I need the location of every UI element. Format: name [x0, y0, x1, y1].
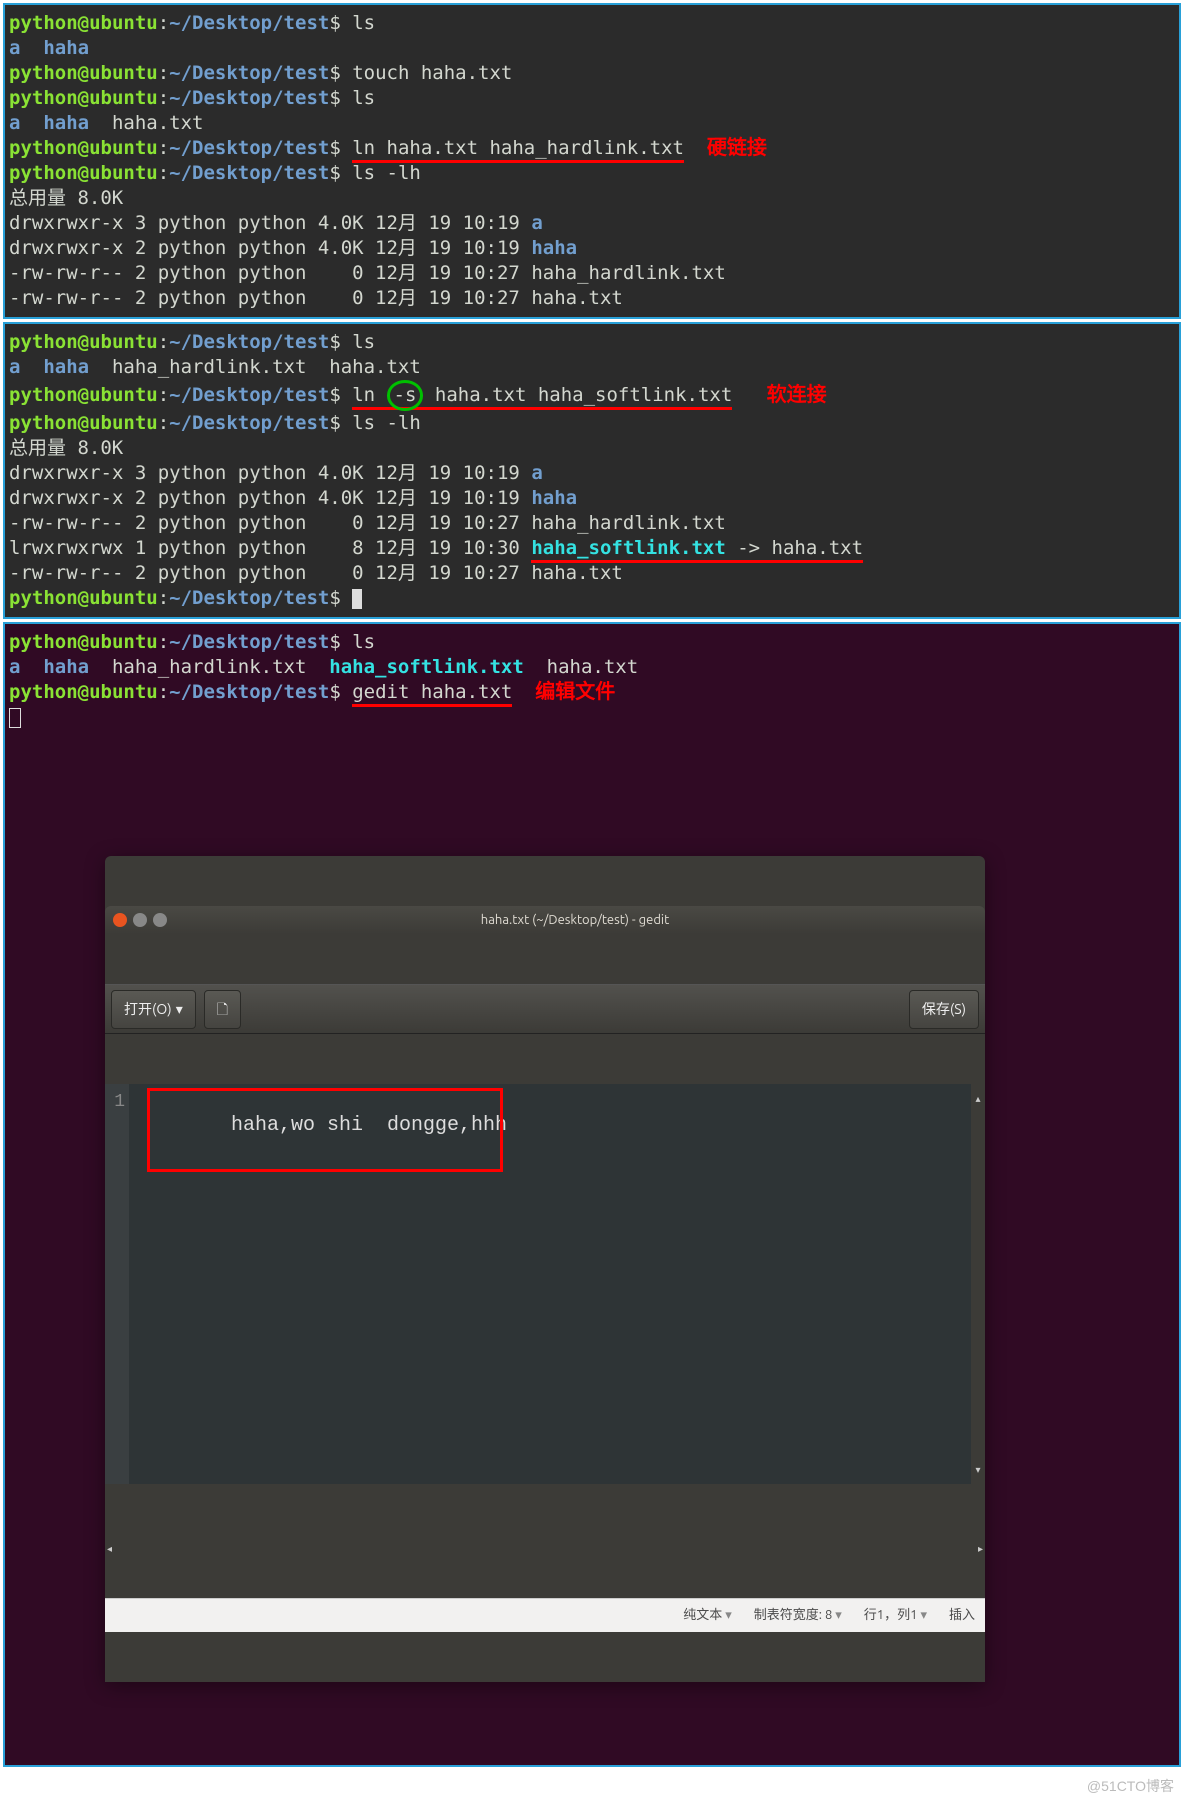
gedit-editor[interactable]: 1 haha,wo shi dongge,hhh ▴ ▾ [105, 1084, 985, 1484]
cmd-hardlink: ln haha.txt haha_hardlink.txt [352, 137, 684, 163]
annotation-softlink: 软连接 [767, 384, 827, 406]
status-insert-mode: 插入 [949, 1603, 975, 1628]
status-language[interactable]: 纯文本 [683, 1603, 732, 1628]
option-s-circle: -s [387, 380, 424, 411]
softlink-name: haha_softlink.txt [531, 537, 725, 563]
vertical-scrollbar[interactable]: ▴ ▾ [971, 1084, 985, 1484]
scroll-right-icon[interactable]: ▸ [978, 1534, 983, 1548]
gedit-window: haha.txt (~/Desktop/test) - gedit 打开(O)▾… [105, 856, 985, 1682]
scroll-down-icon[interactable]: ▾ [975, 1455, 980, 1484]
ls-output: a haha [9, 37, 89, 59]
scroll-up-icon[interactable]: ▴ [975, 1084, 980, 1113]
cmd: ls [352, 331, 375, 353]
status-cursor-pos[interactable]: 行1，列1 [864, 1603, 927, 1628]
minimize-icon[interactable] [133, 913, 147, 927]
cmd: ls -lh [352, 162, 421, 184]
cmd: ls [352, 12, 375, 34]
terminal-output[interactable]: python@ubuntu:~/Desktop/test$ ls a haha … [5, 624, 1179, 736]
terminal-output[interactable]: python@ubuntu:~/Desktop/test$ ls a haha … [5, 324, 1179, 617]
cursor [9, 708, 21, 728]
terminal-output[interactable]: python@ubuntu:~/Desktop/test$ ls a haha … [5, 5, 1179, 317]
gedit-titlebar[interactable]: haha.txt (~/Desktop/test) - gedit [105, 906, 985, 934]
cmd: ls [352, 87, 375, 109]
cmd-softlink: ln -s haha.txt haha_softlink.txt [352, 384, 732, 410]
terminal-panel-2: python@ubuntu:~/Desktop/test$ ls a haha … [3, 322, 1181, 619]
open-button[interactable]: 打开(O)▾ [111, 990, 196, 1029]
save-button[interactable]: 保存(S) [909, 990, 979, 1029]
chevron-down-icon: ▾ [176, 997, 183, 1022]
status-tabwidth[interactable]: 制表符宽度: 8 [754, 1603, 842, 1628]
cmd: ls -lh [352, 412, 421, 434]
editor-content[interactable]: haha,wo shi dongge,hhh [129, 1084, 971, 1484]
file-text: haha,wo shi dongge,hhh [231, 1114, 507, 1137]
annotation-edit: 编辑文件 [535, 681, 615, 703]
cmd: ls [352, 631, 375, 653]
annotation-hardlink: 硬链接 [707, 137, 767, 159]
cmd-gedit: gedit haha.txt [352, 681, 512, 707]
prompt-path: ~/Desktop/test [169, 12, 329, 34]
terminal-panel-1: python@ubuntu:~/Desktop/test$ ls a haha … [3, 3, 1181, 319]
maximize-icon[interactable] [153, 913, 167, 927]
scroll-left-icon[interactable]: ◂ [107, 1534, 112, 1548]
gedit-toolbar: 打开(O)▾ 🗋 保存(S) [105, 984, 985, 1034]
watermark: @51CTO博客 [0, 1770, 1184, 1802]
gedit-title: haha.txt (~/Desktop/test) - gedit [173, 908, 977, 933]
gedit-statusbar: 纯文本 制表符宽度: 8 行1，列1 插入 [105, 1598, 985, 1632]
cursor [352, 589, 362, 609]
new-tab-button[interactable]: 🗋 [204, 990, 241, 1029]
line-gutter: 1 [105, 1084, 129, 1484]
prompt-user: python@ubuntu [9, 12, 158, 34]
new-doc-icon: 🗋 [217, 997, 228, 1022]
close-icon[interactable] [113, 913, 127, 927]
terminal-panel-3: python@ubuntu:~/Desktop/test$ ls a haha … [3, 622, 1181, 1767]
cmd: touch haha.txt [352, 62, 512, 84]
